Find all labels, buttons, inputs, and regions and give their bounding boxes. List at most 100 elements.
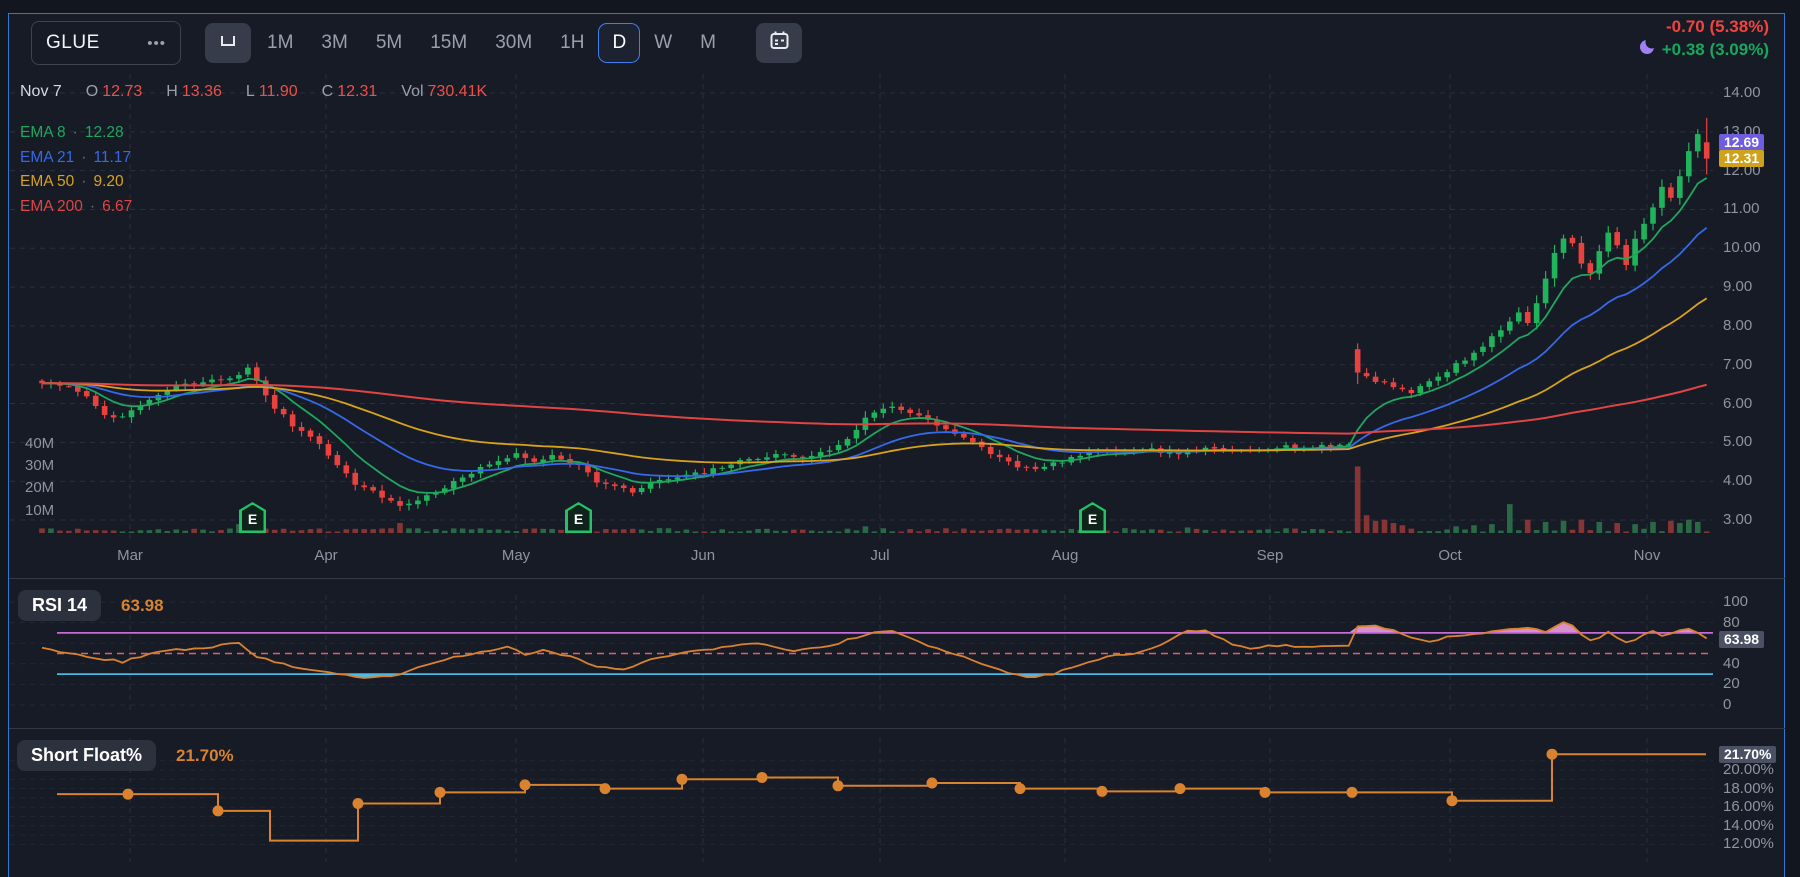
price-tick-label: 11.00 bbox=[1723, 200, 1760, 218]
price-tick-label: 7.00 bbox=[1723, 355, 1753, 373]
symbol-menu-icon[interactable]: ••• bbox=[147, 35, 166, 52]
interval-button-30m[interactable]: 30M bbox=[481, 23, 546, 63]
rsi-tick-label: 100 bbox=[1723, 593, 1749, 610]
svg-text:Nov: Nov bbox=[1634, 547, 1661, 564]
rsi-tick-label: 20 bbox=[1723, 675, 1740, 693]
short-float-axis-tag: 21.70% bbox=[1719, 745, 1777, 763]
regular-session-change: -0.70 (5.38%) bbox=[1666, 17, 1769, 36]
price-tick-label: 9.00 bbox=[1723, 278, 1753, 296]
svg-text:Sep: Sep bbox=[1257, 547, 1284, 564]
svg-text:Jul: Jul bbox=[870, 547, 889, 564]
indicator-value: 12.28 bbox=[84, 124, 124, 142]
price-tick-label: 3.00 bbox=[1723, 511, 1753, 529]
calendar-button[interactable] bbox=[756, 23, 802, 63]
svg-text:Jun: Jun bbox=[691, 547, 715, 564]
chart-style-button[interactable] bbox=[205, 23, 251, 63]
open-value: 12.73 bbox=[102, 83, 143, 100]
indicator-row[interactable]: EMA 200 · 6.67 bbox=[20, 195, 132, 220]
price-tick-label: 14.00 bbox=[1723, 84, 1761, 101]
interval-button-w[interactable]: W bbox=[640, 23, 686, 63]
interval-button-5m[interactable]: 5M bbox=[362, 23, 416, 63]
volume-tick-label: 10M bbox=[25, 502, 55, 519]
svg-text:Aug: Aug bbox=[1052, 547, 1079, 564]
interval-selector: 1M 3M 5M 15M 30M 1H D W M bbox=[253, 23, 730, 63]
earnings-badge-letter: E bbox=[1087, 511, 1098, 527]
calendar-icon bbox=[769, 30, 790, 56]
short-float-tick-label: 14.00% bbox=[1723, 816, 1774, 834]
low-label: L bbox=[245, 83, 255, 100]
interval-button-3m[interactable]: 3M bbox=[307, 23, 361, 63]
short-float-tick-label: 12.00% bbox=[1723, 835, 1774, 853]
short-float-tick-label: 18.00% bbox=[1723, 779, 1774, 797]
short-float-tick-label: 16.00% bbox=[1723, 798, 1774, 816]
volume-tick-label: 30M bbox=[25, 457, 55, 474]
close-label: C bbox=[321, 83, 334, 100]
moon-icon bbox=[1639, 35, 1659, 61]
open-label: O bbox=[85, 83, 99, 100]
short-float-value: 21.70% bbox=[176, 745, 234, 765]
rsi-tick-label: 80 bbox=[1723, 613, 1740, 631]
indicator-separator: · bbox=[72, 124, 78, 142]
symbol-search-box[interactable]: GLUE ••• bbox=[31, 21, 181, 65]
interval-button-1h[interactable]: 1H bbox=[546, 23, 598, 63]
price-axis-tag: 12.31 bbox=[1719, 150, 1765, 167]
price-tick-label: 8.00 bbox=[1723, 316, 1753, 334]
high-label: H bbox=[166, 83, 178, 100]
interval-button-m[interactable]: M bbox=[686, 23, 730, 63]
price-change-block: -0.70 (5.38%) +0.38 (3.09%) bbox=[1639, 16, 1769, 61]
indicator-label: EMA 21 bbox=[20, 148, 75, 166]
afterhours-change: +0.38 (3.09%) bbox=[1661, 39, 1769, 59]
price-tick-label: 10.00 bbox=[1723, 239, 1761, 257]
afterhours-change-row: +0.38 (3.09%) bbox=[1639, 35, 1769, 61]
indicator-row[interactable]: EMA 50 · 9.20 bbox=[20, 170, 132, 195]
short-float-header: Short Float% 21.70% bbox=[17, 740, 234, 771]
quote-date: Nov 7 bbox=[20, 83, 62, 100]
rsi-tick-label: 40 bbox=[1723, 654, 1740, 672]
indicator-value: 6.67 bbox=[102, 197, 133, 215]
close-value: 12.31 bbox=[337, 83, 378, 100]
price-tick-label: 6.00 bbox=[1723, 394, 1753, 412]
earnings-badge-letter: E bbox=[247, 511, 258, 527]
candle-interval-icon bbox=[218, 33, 238, 54]
indicator-row[interactable]: EMA 21 · 11.17 bbox=[20, 146, 132, 171]
earnings-badge-letter: E bbox=[573, 511, 584, 527]
rsi-title-chip[interactable]: RSI 14 bbox=[18, 590, 102, 621]
indicator-value: 11.17 bbox=[93, 148, 132, 166]
price-tick-label: 4.00 bbox=[1723, 472, 1753, 490]
quote-bar: Nov 7 O 12.73 H 13.36 L 11.90 C 12.31 Vol 730… bbox=[20, 83, 487, 101]
indicator-label: EMA 50 bbox=[20, 173, 75, 191]
svg-text:Apr: Apr bbox=[314, 547, 337, 564]
high-value: 13.36 bbox=[181, 83, 222, 100]
svg-text:Mar: Mar bbox=[117, 547, 143, 564]
indicator-label: EMA 200 bbox=[20, 197, 83, 215]
rsi-value: 63.98 bbox=[121, 595, 164, 615]
toolbar: GLUE ••• 1M 3M 5M 15M 30M 1H D W M -0.70 (5.38%) bbox=[9, 14, 1785, 72]
indicator-separator: · bbox=[89, 197, 96, 215]
svg-text:Oct: Oct bbox=[1438, 547, 1462, 564]
interval-button-1m[interactable]: 1M bbox=[253, 23, 307, 63]
indicator-row[interactable]: EMA 8 · 12.28 bbox=[20, 121, 132, 146]
rsi-header: RSI 14 63.98 bbox=[18, 590, 164, 621]
volume-tick-label: 40M bbox=[25, 435, 55, 452]
interval-button-d[interactable]: D bbox=[598, 23, 641, 63]
panel-separator[interactable] bbox=[9, 728, 1785, 729]
rsi-axis-tag: 63.98 bbox=[1719, 630, 1765, 648]
indicator-label: EMA 8 bbox=[20, 124, 66, 142]
low-value: 11.90 bbox=[258, 83, 298, 100]
rsi-tick-label: 0 bbox=[1723, 696, 1732, 713]
symbol-ticker: GLUE bbox=[46, 32, 100, 53]
svg-text:May: May bbox=[502, 547, 531, 564]
volume-label: Vol bbox=[401, 83, 424, 100]
volume-tick-label: 20M bbox=[25, 479, 55, 496]
indicator-legend: EMA 8 · 12.28 EMA 21 · 11.17 EMA 50 · 9.20 EMA 20… bbox=[20, 121, 132, 219]
panel-separator[interactable] bbox=[9, 578, 1785, 579]
indicator-value: 9.20 bbox=[93, 173, 124, 191]
short-float-tick-label: 20.00% bbox=[1723, 761, 1774, 778]
volume-value: 730.41K bbox=[427, 83, 488, 100]
indicator-separator: · bbox=[81, 173, 87, 191]
indicator-separator: · bbox=[81, 148, 87, 166]
interval-button-15m[interactable]: 15M bbox=[416, 23, 481, 63]
price-axis-tag: 12.69 bbox=[1719, 133, 1765, 151]
short-float-title-chip[interactable]: Short Float% bbox=[17, 740, 156, 771]
price-tick-label: 5.00 bbox=[1723, 433, 1753, 451]
